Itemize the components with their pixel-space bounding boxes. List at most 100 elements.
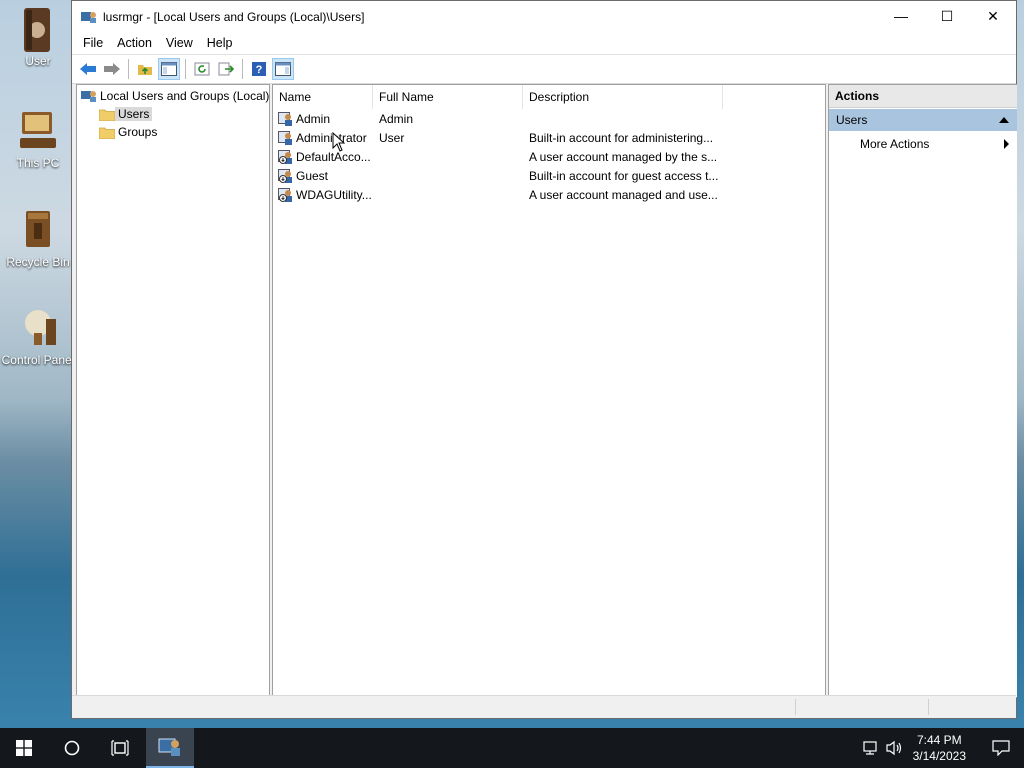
desktop-icon-user[interactable]: User: [0, 6, 76, 68]
window-title: lusrmgr - [Local Users and Groups (Local…: [103, 9, 365, 24]
desktop-icon-control-panel[interactable]: Control Panel: [0, 305, 76, 367]
collapse-up-icon: [999, 117, 1009, 123]
menu-bar: File Action View Help: [72, 32, 1016, 55]
svg-text:?: ?: [256, 64, 263, 76]
show-hide-action-pane-icon: [275, 62, 291, 76]
volume-icon[interactable]: [886, 740, 904, 759]
table-row[interactable]: Guest Built-in account for guest access …: [273, 166, 825, 185]
user-name: Admin: [296, 111, 331, 126]
mouse-cursor-icon: [332, 132, 346, 152]
windows-logo-icon: [16, 740, 32, 756]
actions-section-label: Users: [836, 113, 868, 127]
table-row[interactable]: Administrator User Built-in account for …: [273, 128, 825, 147]
help-button[interactable]: ?: [248, 58, 270, 80]
export-list-button[interactable]: [215, 58, 237, 80]
user-full-name: User: [379, 130, 405, 145]
lusrmgr-app-icon: [158, 738, 180, 756]
menu-help[interactable]: Help: [200, 33, 240, 53]
user-description: A user account managed by the s...: [529, 149, 718, 164]
user-name-cell: Guest: [273, 168, 373, 184]
up-one-level-button[interactable]: [134, 58, 156, 80]
column-header-name[interactable]: Name: [273, 85, 373, 109]
content-area: Local Users and Groups (Local) Users Gro…: [72, 84, 1017, 718]
desktop-icon-recycle-bin[interactable]: Recycle Bin: [0, 207, 76, 269]
more-actions-item[interactable]: More Actions: [829, 133, 1017, 155]
refresh-icon: [194, 62, 210, 76]
tree-root-label: Local Users and Groups (Local): [100, 89, 270, 103]
menu-view[interactable]: View: [159, 33, 200, 53]
submenu-arrow-icon: [1004, 139, 1009, 149]
recycle-bin-icon: [16, 207, 60, 251]
tree-groups-label: Groups: [118, 125, 158, 139]
computer-icon: [16, 108, 60, 152]
user-name: Guest: [296, 168, 329, 183]
menu-action[interactable]: Action: [110, 33, 159, 53]
refresh-button[interactable]: [191, 58, 213, 80]
taskbar-app-lusrmgr[interactable]: [146, 728, 194, 768]
disabled-user-icon: [278, 168, 292, 183]
app-icon: [81, 10, 97, 24]
folder-icon: [99, 109, 115, 121]
user-name-cell: DefaultAcco...: [273, 149, 373, 165]
disabled-user-icon: [278, 149, 292, 164]
table-row[interactable]: DefaultAcco... A user account managed by…: [273, 147, 825, 166]
toolbar-separator: [128, 59, 129, 79]
user-icon: [278, 111, 292, 126]
network-icon[interactable]: [862, 740, 880, 759]
table-row[interactable]: WDAGUtility... A user account managed an…: [273, 185, 825, 204]
desktop-icon-label: Control Panel: [1, 353, 75, 367]
action-center-button[interactable]: [978, 728, 1024, 768]
search-circle-icon: [64, 740, 80, 756]
menu-file[interactable]: File: [76, 33, 110, 53]
user-name-cell: Admin: [273, 111, 373, 127]
forward-icon: [104, 63, 120, 75]
taskbar: 7:44 PM 3/14/2023: [0, 728, 1024, 768]
tree-node-groups[interactable]: Groups: [99, 123, 160, 141]
user-icon: [278, 130, 292, 145]
tree-node-users[interactable]: Users: [99, 105, 153, 123]
tree-node-root[interactable]: Local Users and Groups (Local): [81, 87, 272, 105]
column-header-full-name[interactable]: Full Name: [373, 85, 523, 109]
desktop-icon-label: This PC: [16, 156, 60, 170]
close-button[interactable]: ✕: [970, 1, 1016, 31]
actions-pane: Actions Users More Actions: [828, 84, 1017, 698]
clock-date: 3/14/2023: [912, 749, 966, 763]
desktop-icon-this-pc[interactable]: This PC: [0, 108, 76, 170]
user-name-cell: Administrator: [273, 130, 373, 146]
search-button[interactable]: [48, 728, 96, 768]
actions-section-users[interactable]: Users: [829, 109, 1017, 131]
back-button[interactable]: [77, 58, 99, 80]
show-hide-tree-button[interactable]: [158, 58, 180, 80]
user-description: Built-in account for administering...: [529, 130, 714, 145]
folder-icon: [99, 127, 115, 139]
disabled-user-icon: [278, 187, 292, 202]
show-hide-action-pane-button[interactable]: [272, 58, 294, 80]
console-tree: Local Users and Groups (Local) Users Gro…: [76, 84, 270, 698]
status-divider: [795, 699, 796, 715]
start-button[interactable]: [0, 728, 48, 768]
back-icon: [80, 63, 96, 75]
user-folder-icon: [16, 6, 60, 52]
status-divider: [928, 699, 929, 715]
maximize-button[interactable]: ☐: [924, 1, 970, 31]
table-row[interactable]: Admin Admin: [273, 109, 825, 128]
task-view-icon: [111, 740, 129, 756]
minimize-button[interactable]: —: [878, 1, 924, 31]
toolbar-separator: [242, 59, 243, 79]
users-list: Name Full Name Description Admin Admin A…: [272, 84, 826, 698]
user-description: Built-in account for guest access t...: [529, 168, 719, 183]
column-header-description[interactable]: Description: [523, 85, 723, 109]
close-icon: ✕: [987, 7, 999, 24]
minimize-icon: —: [894, 8, 908, 24]
tree-users-label: Users: [115, 107, 153, 121]
up-folder-icon: [138, 65, 152, 75]
status-bar: [72, 695, 1016, 718]
help-icon: ?: [252, 62, 266, 76]
actions-header: Actions: [829, 85, 1017, 108]
user-name-cell: WDAGUtility...: [273, 187, 373, 203]
task-view-button[interactable]: [96, 728, 144, 768]
desktop-icon-label: Recycle Bin: [6, 255, 70, 269]
system-clock[interactable]: 7:44 PM 3/14/2023: [913, 732, 966, 764]
title-bar[interactable]: lusrmgr - [Local Users and Groups (Local…: [72, 1, 1016, 32]
forward-button[interactable]: [101, 58, 123, 80]
